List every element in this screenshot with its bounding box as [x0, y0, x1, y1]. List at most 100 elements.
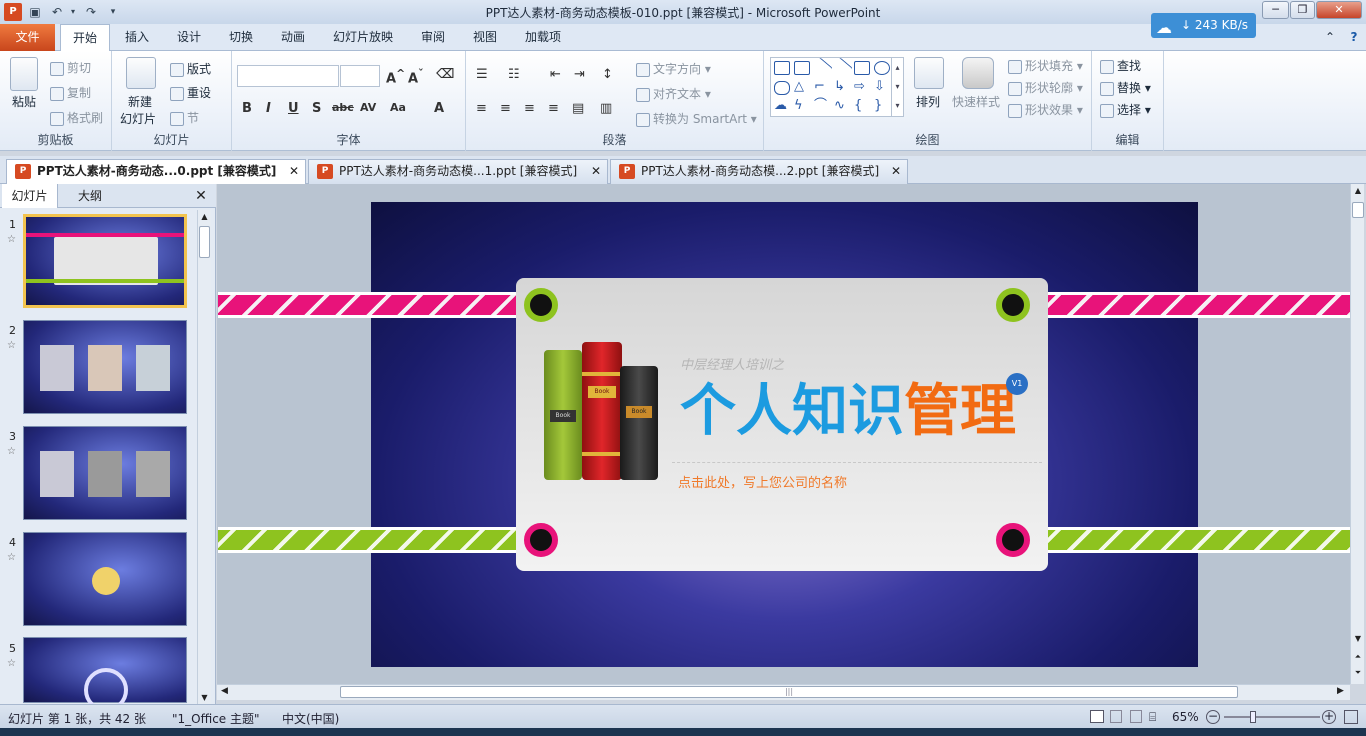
next-slide-icon[interactable]: ⏷ [1352, 668, 1364, 678]
close-button[interactable]: ✕ [1316, 1, 1362, 19]
line-shape-icon[interactable] [811, 57, 833, 79]
left-brace-shape-icon[interactable]: { [854, 99, 870, 114]
smartart-button[interactable]: 转换为 SmartArt [653, 112, 747, 126]
distribute-icon[interactable]: ▤ [572, 101, 584, 116]
tab-outline-pane[interactable]: 大纲 [62, 184, 118, 208]
align-center-icon[interactable]: ≡ [500, 101, 511, 116]
shapes-gallery[interactable]: △ ⌐ ↳ ⇨ ⇩ ☁ ϟ ⌒ ∿ { } ▴ ▾ ▾ [770, 57, 904, 117]
maximize-button[interactable]: ❐ [1290, 1, 1315, 19]
slide-thumbnail-1[interactable] [23, 214, 187, 308]
justify-icon[interactable]: ≡ [548, 101, 559, 116]
zoom-slider-thumb[interactable] [1250, 711, 1256, 723]
increase-indent-icon[interactable]: ⇥ [574, 67, 585, 82]
line-spacing-icon[interactable]: ↕ [602, 67, 613, 82]
clear-format-icon[interactable]: ⌫ [436, 67, 454, 82]
new-slide-label-1[interactable]: 新建 [128, 93, 152, 110]
zoom-out-icon[interactable]: − [1206, 710, 1220, 724]
slide-thumbnail-2[interactable] [23, 320, 187, 414]
callout-shape-icon[interactable]: ☁ [774, 99, 790, 114]
oval-shape-icon[interactable] [874, 61, 890, 75]
workspace-vertical-scrollbar[interactable]: ▲ ▼ ⏶ ⏷ [1350, 184, 1364, 684]
down-arrow-shape-icon[interactable]: ⇩ [874, 80, 890, 95]
find-button[interactable]: 查找 [1117, 59, 1141, 73]
tab-transitions[interactable]: 切换 [222, 24, 260, 51]
char-spacing-icon[interactable]: AV [360, 101, 376, 114]
change-case-icon[interactable]: Aa [390, 101, 406, 114]
font-name-combo[interactable] [237, 65, 339, 87]
rounded-rect-shape-icon[interactable] [774, 81, 790, 95]
tab-design[interactable]: 设计 [170, 24, 208, 51]
quick-styles-icon[interactable] [962, 57, 994, 89]
theme-status[interactable]: "1_Office 主题" [172, 710, 260, 727]
slide-subtitle[interactable]: 中层经理人培训之 [680, 354, 784, 373]
close-tab-icon[interactable]: ✕ [891, 160, 901, 183]
tab-addins[interactable]: 加载项 [518, 24, 568, 51]
right-arrow-shape-icon[interactable]: ⇨ [854, 80, 870, 95]
bold-icon[interactable]: B [242, 101, 252, 116]
wave-shape-icon[interactable]: ∿ [834, 99, 850, 114]
arrange-button[interactable]: 排列 [916, 93, 940, 110]
slides-pane-scrollbar[interactable]: ▲ ▼ [197, 210, 211, 704]
slide-thumbnail-5[interactable] [23, 637, 187, 712]
company-name-placeholder[interactable]: 点击此处，写上您公司的名称 [678, 472, 847, 491]
shadow-icon[interactable]: S [312, 101, 321, 116]
new-slide-icon[interactable] [126, 57, 156, 89]
tab-view[interactable]: 视图 [466, 24, 504, 51]
previous-slide-icon[interactable]: ⏶ [1352, 652, 1364, 662]
doc-tab-2[interactable]: P PPT达人素材-商务动态模...1.ppt [兼容模式] ✕ [308, 159, 608, 184]
italic-icon[interactable]: I [266, 101, 271, 116]
triangle-shape-icon[interactable]: △ [794, 80, 810, 95]
decrease-indent-icon[interactable]: ⇤ [550, 67, 561, 82]
vertical-textbox-shape-icon[interactable] [794, 61, 810, 75]
scroll-up-icon[interactable]: ▲ [199, 212, 210, 221]
horizontal-scroll-thumb[interactable]: ||| [340, 686, 1238, 698]
shrink-font-icon[interactable]: Aˇ [408, 67, 423, 86]
slide-title[interactable]: 个人知识管理 [680, 378, 1016, 446]
select-button[interactable]: 选择 [1117, 103, 1141, 117]
scroll-down-icon[interactable]: ▼ [1352, 634, 1364, 643]
arrange-icon[interactable] [914, 57, 944, 89]
underline-icon[interactable]: U [288, 101, 299, 116]
strikethrough-icon[interactable]: abc [332, 101, 354, 114]
doc-tab-3[interactable]: P PPT达人素材-商务动态模...2.ppt [兼容模式] ✕ [610, 159, 908, 184]
tab-slides-pane[interactable]: 幻灯片 [2, 184, 58, 208]
reset-button[interactable]: 重设 [187, 86, 211, 100]
lightning-shape-icon[interactable]: ϟ [794, 99, 810, 114]
rectangle-shape-icon[interactable] [854, 61, 870, 75]
reading-view-icon[interactable] [1130, 710, 1142, 723]
scroll-down-icon[interactable]: ▼ [199, 693, 210, 702]
font-size-combo[interactable] [340, 65, 380, 87]
fit-to-window-icon[interactable] [1344, 710, 1358, 724]
slide-thumbnail-3[interactable] [23, 426, 187, 520]
font-color-icon[interactable]: A [434, 101, 444, 116]
elbow-connector-shape-icon[interactable]: ⌐ [814, 80, 830, 95]
tab-animations[interactable]: 动画 [274, 24, 312, 51]
scroll-up-icon[interactable]: ▲ [1352, 186, 1364, 195]
shape-fill-button[interactable]: 形状填充 [1025, 59, 1073, 73]
grow-font-icon[interactable]: A^ [386, 67, 405, 86]
slide-sorter-view-icon[interactable] [1110, 710, 1122, 723]
normal-view-icon[interactable] [1090, 710, 1104, 723]
copy-button[interactable]: 复制 [67, 86, 91, 100]
align-text-button[interactable]: 对齐文本 [653, 87, 701, 101]
scroll-left-icon[interactable]: ◀ [221, 686, 228, 696]
quick-styles-button[interactable]: 快速样式 [952, 93, 1000, 110]
new-slide-label-2[interactable]: 幻灯片 [120, 110, 156, 127]
slide-thumbnail-4[interactable] [23, 532, 187, 626]
arc-shape-icon[interactable]: ⌒ [814, 99, 830, 114]
slideshow-view-icon[interactable]: ⌸ [1149, 710, 1156, 725]
align-right-icon[interactable]: ≡ [524, 101, 535, 116]
scroll-thumb[interactable] [1352, 202, 1364, 218]
close-tab-icon[interactable]: ✕ [289, 160, 299, 183]
tab-file[interactable]: 文件 [0, 24, 55, 51]
bullets-icon[interactable]: ☰ [476, 67, 488, 82]
format-painter-button[interactable]: 格式刷 [67, 111, 103, 125]
language-status[interactable]: 中文(中国) [282, 710, 339, 727]
workspace-horizontal-scrollbar[interactable]: ◀ ||| ▶ [217, 684, 1350, 700]
text-direction-button[interactable]: 文字方向 [653, 62, 701, 76]
layout-button[interactable]: 版式 [187, 62, 211, 76]
zoom-level[interactable]: 65% [1172, 710, 1199, 724]
section-button[interactable]: 节 [187, 111, 199, 125]
zoom-in-icon[interactable]: + [1322, 710, 1336, 724]
zoom-slider-track[interactable] [1224, 716, 1320, 718]
